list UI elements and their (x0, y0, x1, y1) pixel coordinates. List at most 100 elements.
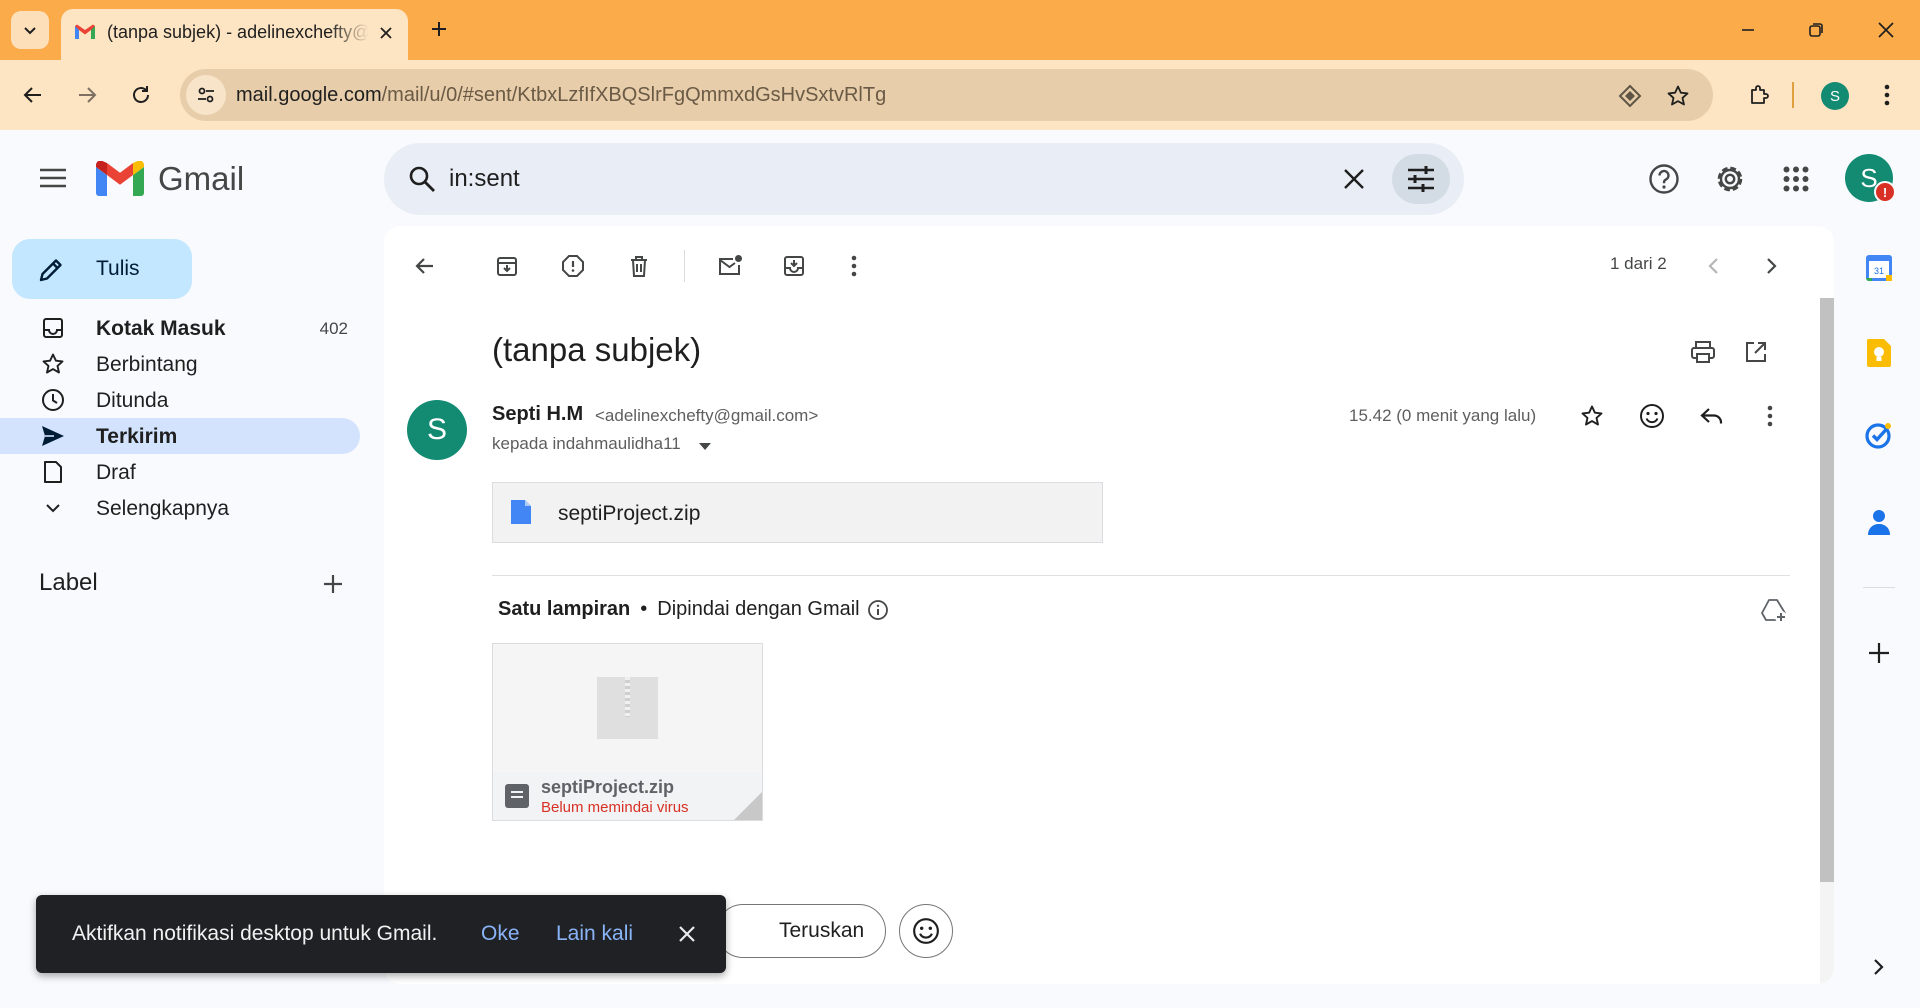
pagination-text: 1 dari 2 (1610, 254, 1667, 273)
reload-button[interactable] (122, 76, 160, 114)
tab-close-button[interactable] (374, 21, 398, 45)
minimize-icon (1742, 29, 1754, 31)
clock-icon (41, 388, 65, 412)
more-actions-button[interactable] (834, 246, 874, 286)
back-to-list-button[interactable] (404, 246, 444, 286)
minimize-window-button[interactable] (1726, 12, 1770, 48)
scrollbar-thumb[interactable] (1820, 298, 1834, 882)
message-timestamp: 15.42 (0 menit yang lalu) (1349, 406, 1537, 425)
create-label-button[interactable] (318, 569, 348, 599)
back-button[interactable] (14, 76, 52, 114)
nav-item-drafts[interactable]: Draf (0, 454, 360, 490)
older-button[interactable] (1752, 246, 1792, 286)
forward-button[interactable] (68, 76, 106, 114)
toolbar-separator (1792, 82, 1794, 108)
nav-item-sent[interactable]: Terkirim (0, 418, 360, 454)
mark-unread-button[interactable] (710, 246, 750, 286)
message-view: 1 dari 2 (tanpa subjek) S Septi H.M <ade… (384, 226, 1834, 984)
report-spam-button[interactable] (553, 246, 593, 286)
enable-notifications-button[interactable]: Oke (481, 922, 520, 946)
print-all-button[interactable] (1685, 334, 1721, 370)
tasks-app-button[interactable] (1862, 418, 1896, 452)
browser-profile-button[interactable]: S (1821, 82, 1849, 110)
reply-button[interactable] (1692, 396, 1732, 436)
emoji-reaction-button[interactable] (899, 904, 953, 958)
attachment-card[interactable]: septiProject.zip Belum memindai virus (492, 643, 763, 821)
star-message-button[interactable] (1572, 396, 1612, 436)
settings-button[interactable] (1708, 157, 1752, 201)
sender-name[interactable]: Septi H.M (492, 403, 583, 426)
address-bar[interactable]: mail.google.com/mail/u/0/#sent/KtbxLzfIf… (180, 69, 1713, 121)
calendar-icon: 31 (1866, 255, 1892, 281)
site-info-button[interactable] (186, 75, 226, 115)
message-subject: (tanpa subjek) (492, 331, 702, 368)
nav-item-starred[interactable]: Berbintang (0, 346, 360, 382)
search-button[interactable] (402, 159, 442, 199)
bookmark-button[interactable] (1665, 83, 1691, 109)
attachment-thumbnail (493, 644, 762, 772)
move-to-button[interactable] (774, 246, 814, 286)
star-icon (1581, 405, 1603, 426)
emoji-icon (1640, 404, 1664, 428)
url-path: /mail/u/0/#sent/KtbxLzfIfXBQSlrFgQmmxdGs… (381, 84, 887, 106)
restore-window-button[interactable] (1794, 12, 1838, 48)
plus-icon (432, 22, 446, 36)
lens-button[interactable] (1617, 83, 1643, 109)
add-reaction-button[interactable] (1632, 396, 1672, 436)
archive-file-icon (505, 784, 529, 808)
close-icon (1344, 169, 1364, 189)
tab-title: (tanpa subjek) - adelinexchefty@gmail.co… (107, 22, 369, 42)
attachment-count: Satu lampiran (498, 598, 631, 620)
archive-button[interactable] (487, 246, 527, 286)
add-to-drive-icon (1761, 599, 1787, 623)
nav-item-label: Draf (96, 461, 136, 484)
close-icon (1878, 22, 1894, 38)
close-window-button[interactable] (1864, 12, 1908, 48)
tasks-icon (1865, 423, 1891, 449)
info-icon (867, 599, 888, 620)
clear-search-button[interactable] (1334, 159, 1374, 199)
nav-item-snoozed[interactable]: Ditunda (0, 382, 360, 418)
get-addons-button[interactable] (1862, 636, 1896, 670)
show-details-button[interactable] (696, 438, 714, 456)
forward-button[interactable]: Teruskan (716, 904, 886, 958)
keep-icon (1867, 339, 1891, 367)
main-menu-button[interactable] (30, 155, 76, 201)
calendar-app-button[interactable]: 31 (1862, 251, 1896, 285)
compose-button[interactable]: Tulis (12, 239, 192, 299)
add-to-drive-button[interactable] (1757, 594, 1791, 628)
nav-item-inbox[interactable]: Kotak Masuk 402 (0, 310, 360, 346)
browser-tab-active[interactable]: (tanpa subjek) - adelinexchefty@gmail.co… (61, 9, 408, 60)
snackbar-close-button[interactable] (672, 919, 702, 949)
contacts-app-button[interactable] (1862, 505, 1896, 539)
browser-tab-strip: (tanpa subjek) - adelinexchefty@gmail.co… (0, 0, 1920, 60)
zip-file-icon (597, 677, 658, 739)
more-message-options-button[interactable] (1750, 396, 1790, 436)
search-bar[interactable]: in:sent (384, 143, 1464, 215)
chevron-down-icon (41, 496, 65, 520)
extensions-button[interactable] (1740, 76, 1778, 114)
delete-button[interactable] (619, 246, 659, 286)
browser-menu-button[interactable] (1870, 76, 1904, 114)
plus-icon (324, 575, 342, 593)
search-options-button[interactable] (1392, 154, 1450, 204)
sender-avatar[interactable]: S (407, 400, 467, 460)
chevron-down-icon (24, 27, 36, 35)
later-button[interactable]: Lain kali (556, 922, 633, 946)
keep-app-button[interactable] (1862, 336, 1896, 370)
open-new-window-button[interactable] (1738, 334, 1774, 370)
attachment-chip[interactable]: septiProject.zip (492, 482, 1103, 543)
attachments-divider (492, 575, 1790, 576)
url-text[interactable]: mail.google.com/mail/u/0/#sent/KtbxLzfIf… (236, 84, 886, 107)
scan-info-button[interactable] (867, 599, 889, 621)
search-input[interactable]: in:sent (449, 165, 520, 193)
new-tab-button[interactable] (424, 14, 454, 44)
google-apps-button[interactable] (1774, 157, 1818, 201)
tab-search-button[interactable] (11, 11, 49, 49)
caret-down-icon (699, 443, 711, 450)
send-icon (41, 424, 65, 448)
newer-button[interactable] (1693, 246, 1733, 286)
support-button[interactable] (1642, 157, 1686, 201)
nav-item-more[interactable]: Selengkapnya (0, 490, 360, 526)
show-side-panel-button[interactable] (1862, 950, 1896, 984)
